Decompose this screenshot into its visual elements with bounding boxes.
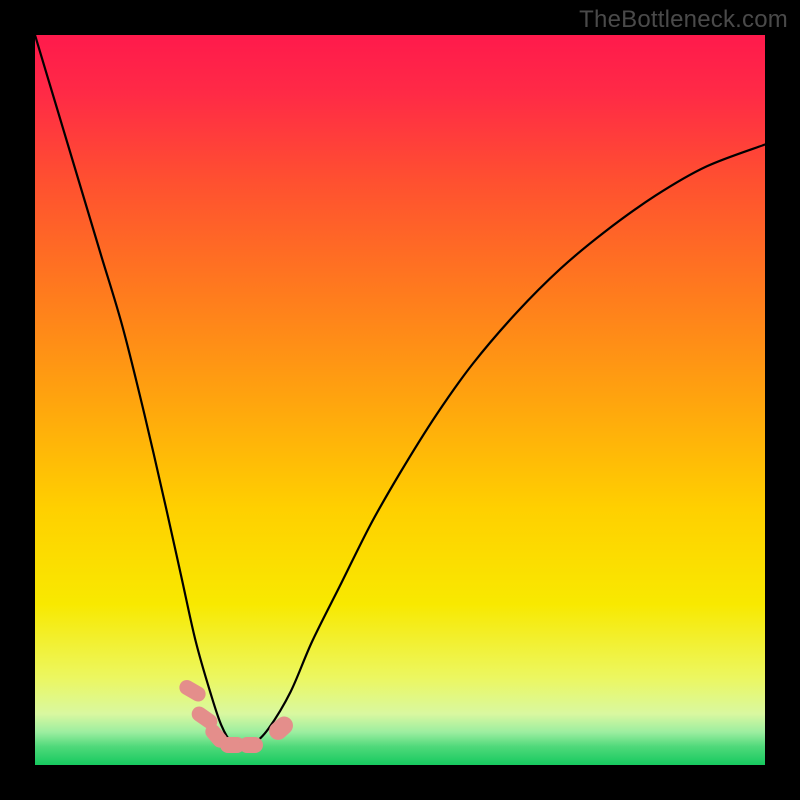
plot-area — [35, 35, 765, 765]
watermark-text: TheBottleneck.com — [579, 6, 788, 34]
outer-frame: TheBottleneck.com — [0, 0, 800, 800]
bottleneck-curve — [35, 35, 765, 765]
curve-marker — [239, 737, 262, 753]
